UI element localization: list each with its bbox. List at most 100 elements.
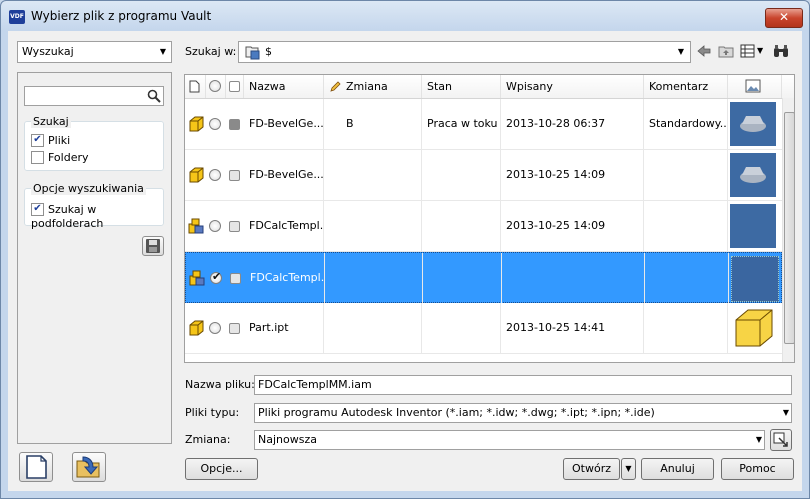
- thumbnail-image: [730, 153, 776, 197]
- grid-header: Nazwa Zmiana Stan Wpisany Komentarz: [185, 75, 794, 99]
- filename-input[interactable]: FDCalcTemplMM.iam: [254, 375, 792, 395]
- row-checkbox[interactable]: [230, 273, 241, 284]
- cell-checked-in: [502, 253, 645, 303]
- cell-name: FDCalcTempl...: [245, 253, 325, 303]
- scrollbar-thumb[interactable]: [784, 112, 794, 344]
- pliki-checkbox-row[interactable]: ✔ Pliki: [31, 133, 71, 148]
- table-row[interactable]: FD-BevelGe... 2013-10-25 14:09: [185, 150, 782, 201]
- cancel-button[interactable]: Anuluj: [641, 458, 714, 480]
- file-grid: Nazwa Zmiana Stan Wpisany Komentarz FD-B…: [184, 74, 795, 363]
- floppy-disk-icon: [146, 239, 160, 253]
- open-button[interactable]: Otwórz: [563, 458, 620, 480]
- revision-label: Zmiana:: [185, 433, 231, 446]
- status-circle-icon: [209, 118, 221, 130]
- row-checkbox[interactable]: [229, 221, 240, 232]
- part-icon: [187, 319, 205, 340]
- pencil-icon: [330, 81, 341, 92]
- cell-revision: [324, 150, 422, 200]
- cell-revision: [324, 201, 422, 251]
- binoculars-icon[interactable]: [773, 43, 789, 59]
- cell-state: [422, 201, 501, 251]
- header-check-column[interactable]: [226, 75, 244, 98]
- options-button[interactable]: Opcje...: [185, 458, 258, 480]
- look-in-combo[interactable]: $ ▼: [238, 41, 691, 63]
- header-type-column[interactable]: [185, 75, 206, 98]
- status-circle-icon: [209, 220, 221, 232]
- help-button[interactable]: Pomoc: [721, 458, 794, 480]
- revision-combo[interactable]: Najnowsza ▼: [254, 430, 765, 450]
- open-dropdown-button[interactable]: ▼: [621, 458, 636, 480]
- search-options-group: Opcje wyszukiwania ✔ Szukaj w podfolderac…: [24, 182, 164, 230]
- back-arrow-icon[interactable]: [696, 43, 712, 59]
- search-icon[interactable]: [147, 89, 161, 103]
- cell-name: FD-BevelGe...: [244, 150, 324, 200]
- foldery-label: Foldery: [48, 151, 89, 164]
- search-input[interactable]: [24, 86, 164, 106]
- header-checked-in[interactable]: Wpisany: [501, 75, 644, 98]
- table-row[interactable]: ✔ FDCalcTempl...: [185, 252, 782, 303]
- assembly-icon: [187, 217, 205, 238]
- cell-comment: [644, 201, 728, 251]
- subfolders-checkbox-row[interactable]: ✔ Szukaj w podfolderach: [31, 202, 163, 230]
- title-bar[interactable]: VDF Wybierz plik z programu Vault ✕: [1, 1, 809, 31]
- table-row[interactable]: FD-BevelGe... B Praca w toku 2013-10-28 06:…: [185, 99, 782, 150]
- search-scope-group: Szukaj ✔ Pliki Foldery: [24, 115, 164, 171]
- view-menu-icon[interactable]: [740, 43, 756, 59]
- cell-comment: [644, 303, 728, 353]
- thumbnail-image: [730, 204, 776, 248]
- foldery-checkbox[interactable]: [31, 150, 44, 164]
- row-checkbox[interactable]: [229, 170, 240, 181]
- subfolders-checkbox[interactable]: ✔: [31, 202, 44, 216]
- grid-scrollbar[interactable]: [782, 98, 794, 362]
- pliki-label: Pliki: [48, 134, 71, 147]
- header-comment[interactable]: Komentarz: [644, 75, 728, 98]
- cell-state: [423, 253, 502, 303]
- foldery-checkbox-row[interactable]: Foldery: [31, 150, 89, 165]
- search-mode-value: Wyszukaj: [22, 45, 74, 58]
- chevron-down-icon[interactable]: ▼: [674, 42, 688, 62]
- header-state[interactable]: Stan: [422, 75, 501, 98]
- cell-checked-in: 2013-10-25 14:09: [501, 150, 644, 200]
- cell-name: FD-BevelGe...: [244, 99, 324, 149]
- dialog-window: VDF Wybierz plik z programu Vault ✕ Wysz…: [0, 0, 810, 499]
- header-status-column[interactable]: [206, 75, 226, 98]
- look-in-value: $: [265, 45, 272, 58]
- cell-name: FDCalcTempl...: [244, 201, 324, 251]
- copy-design-button[interactable]: [72, 452, 106, 482]
- filetype-value: Pliki programu Autodesk Inventor (*.iam;…: [258, 406, 655, 419]
- cell-comment: [645, 253, 729, 303]
- checked-out-icon: ✔: [210, 270, 222, 284]
- thumbnail-image: [730, 102, 776, 146]
- table-row[interactable]: FDCalcTempl... 2013-10-25 14:09: [185, 201, 782, 252]
- pliki-checkbox[interactable]: ✔: [31, 133, 44, 147]
- header-revision-label: Zmiana: [346, 80, 388, 93]
- cell-comment: [644, 150, 728, 200]
- thumbnail-image: [730, 306, 776, 350]
- status-circle-icon: [209, 169, 221, 181]
- thumbnail-image: [731, 256, 779, 302]
- header-name[interactable]: Nazwa: [244, 75, 324, 98]
- view-chevron-down-icon[interactable]: ▼: [757, 46, 763, 55]
- row-checkbox[interactable]: [229, 119, 240, 130]
- table-row[interactable]: Part.ipt 2013-10-25 14:41: [185, 303, 782, 354]
- part-icon: [187, 166, 205, 187]
- row-checkbox[interactable]: [229, 323, 240, 334]
- check-square-icon: [229, 81, 240, 92]
- chevron-down-icon: ▼: [159, 47, 167, 56]
- part-icon: [187, 115, 205, 136]
- up-folder-icon[interactable]: [718, 43, 734, 59]
- revision-picker-button[interactable]: [770, 429, 792, 451]
- cell-name: Part.ipt: [244, 303, 324, 353]
- new-file-button[interactable]: [19, 452, 53, 482]
- status-circle-icon: [209, 80, 221, 92]
- filetype-combo[interactable]: Pliki programu Autodesk Inventor (*.iam;…: [254, 403, 792, 423]
- chevron-down-icon[interactable]: ▼: [783, 404, 789, 422]
- save-search-button[interactable]: [142, 236, 164, 256]
- header-revision[interactable]: Zmiana: [324, 75, 422, 98]
- header-thumbnail[interactable]: [728, 75, 782, 98]
- search-mode-combo[interactable]: Wyszukaj ▼: [17, 41, 172, 63]
- close-button[interactable]: ✕: [765, 8, 803, 28]
- status-circle-icon: [209, 322, 221, 334]
- chevron-down-icon[interactable]: ▼: [756, 431, 762, 449]
- look-in-label: Szukaj w:: [185, 45, 237, 58]
